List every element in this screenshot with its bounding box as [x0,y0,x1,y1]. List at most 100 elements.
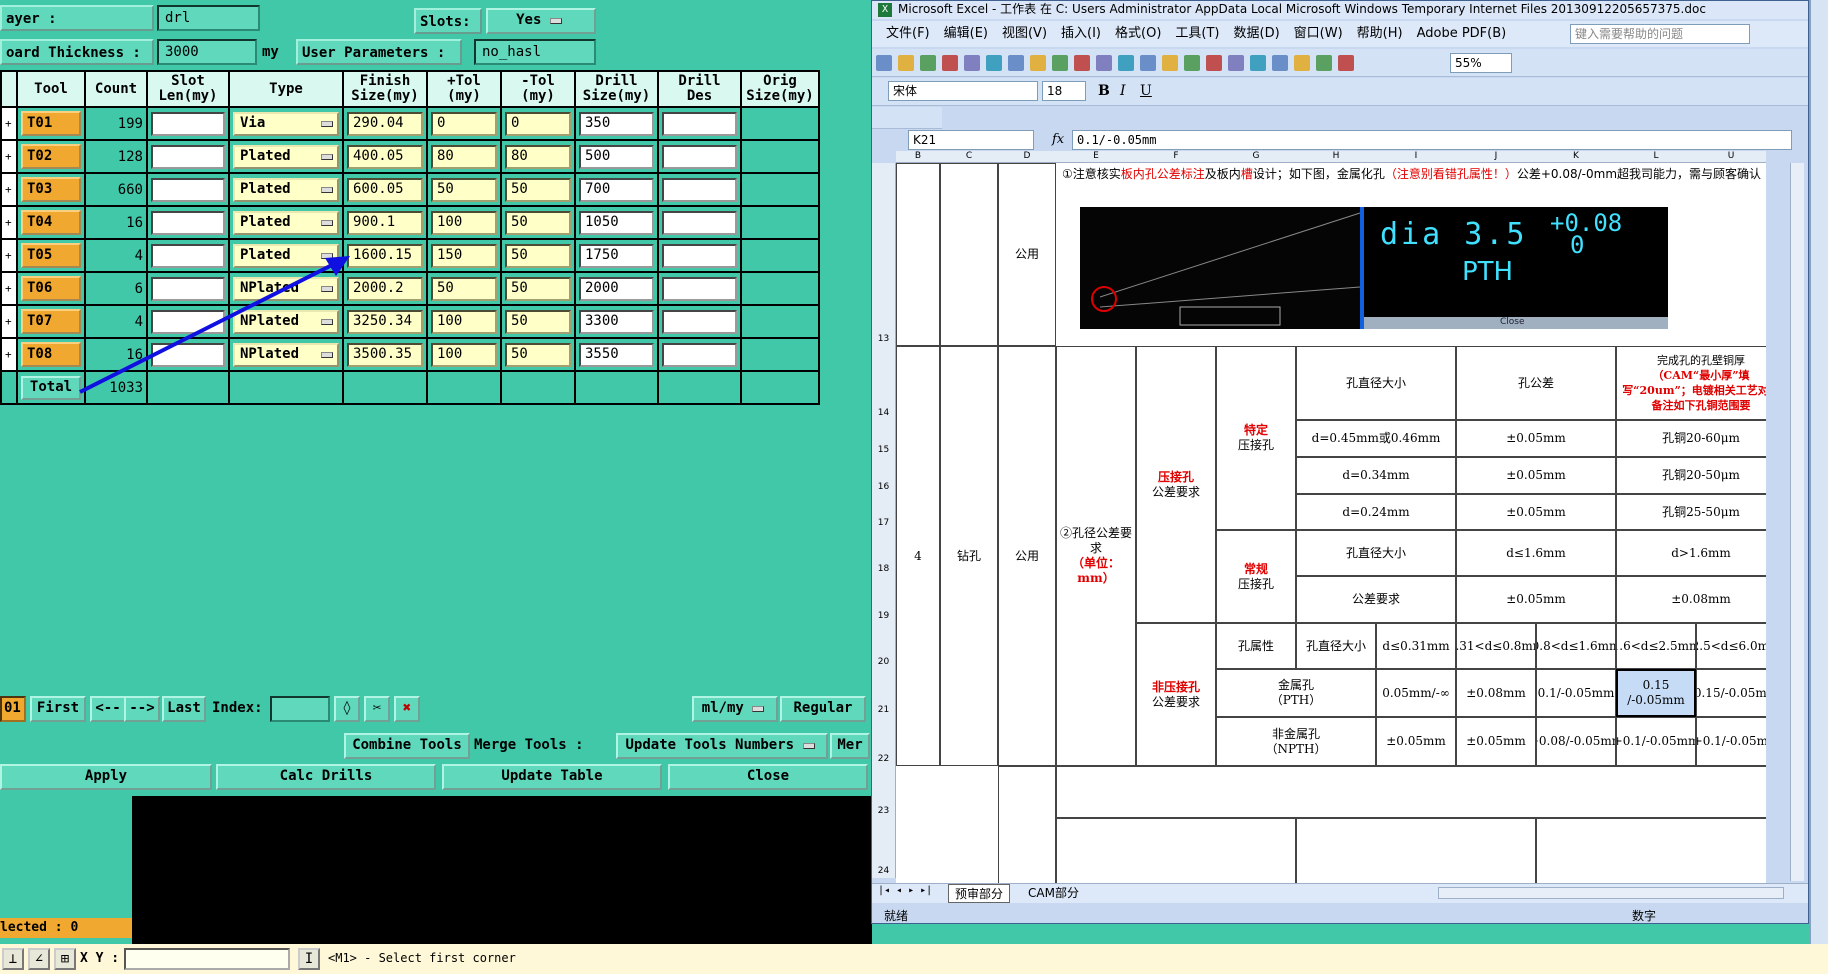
minus-tol-input[interactable]: 50 [500,172,576,207]
first-button[interactable]: First [30,696,86,722]
close-button[interactable]: Close [668,764,868,790]
cell-note2[interactable]: ②孔径公差要求 （单位：mm） [1056,346,1136,766]
row-header[interactable]: 23 [872,766,896,818]
cell-r4[interactable]: 1.6<d≤2.5mm [1616,623,1696,669]
cell-k21-selected[interactable]: 0.15 /-0.05mm [1616,669,1696,717]
cell-pth-v2[interactable]: ±0.08mm [1456,669,1536,717]
worksheet[interactable]: 公用 ①注意核实板内孔公差标注及板内槽设计；如下图，金属化孔（注意别看错孔属性！… [896,163,1766,883]
drill-des-input[interactable] [657,139,742,174]
grid-icon[interactable]: ⊞ [54,948,76,970]
minus-tol-input[interactable]: 50 [500,205,576,240]
plus-tol-input[interactable]: 150 [426,238,502,273]
h-scrollbar[interactable] [1438,887,1784,899]
cell-row23[interactable] [1056,766,1766,818]
update-table-button[interactable]: Update Table [442,764,662,790]
angle-icon[interactable]: ∠ [28,948,50,970]
name-box[interactable]: K21 [908,130,1034,150]
menu-item[interactable]: 窗口(W) [1294,26,1343,41]
user-params-input[interactable]: no_hasl [474,39,596,65]
cell-teding[interactable]: 特定 压接孔 [1216,346,1296,530]
plus-tol-input[interactable]: 100 [426,205,502,240]
menu-item[interactable]: 帮助(H) [1357,26,1403,41]
graphics-canvas[interactable] [132,796,872,944]
plus-tol-input[interactable]: 100 [426,337,502,372]
plus-tol-input[interactable]: 100 [426,304,502,339]
cell-cu2[interactable]: 孔铜20-50μm [1616,457,1766,494]
v-scrollbar[interactable] [1790,163,1804,881]
cell-le16[interactable]: d≤1.6mm [1456,530,1616,576]
drill-size-input[interactable]: 3550 [574,337,659,372]
cell-row24a[interactable] [1056,818,1296,883]
cell-pth-v1[interactable]: 0.05mm/-∞ [1376,669,1456,717]
sheet-nav-icon[interactable]: |◂ ◂ ▸ ▸| [878,885,932,896]
lamp-icon[interactable]: ◊ [334,696,360,722]
drill-des-input[interactable] [657,337,742,372]
toolbar-button-icon[interactable] [1294,55,1310,71]
drill-des-input[interactable] [657,304,742,339]
cell-kongjing3[interactable]: 孔直径大小 [1296,623,1376,669]
toolbar-button-icon[interactable] [1096,55,1112,71]
underline-button[interactable]: U [1140,83,1152,99]
slots-dropdown[interactable]: Yes [486,8,596,34]
drill-des-input[interactable] [657,172,742,207]
cell-kongshuxing[interactable]: 孔属性 [1216,623,1296,669]
cell-gongcha-req[interactable]: 公差要求 [1296,576,1456,623]
cell-r1[interactable]: d≤0.31mm [1376,623,1456,669]
toolbar-button-icon[interactable] [1228,55,1244,71]
cell-d3[interactable]: d=0.24mm [1296,494,1456,530]
cell-b-num[interactable]: 4 [896,346,940,766]
toolbar-button-icon[interactable] [898,55,914,71]
cell-r3[interactable]: 0.8<d≤1.6mm [1536,623,1616,669]
menu-item[interactable]: 工具(T) [1175,26,1219,41]
column-header[interactable]: C [940,151,998,163]
cursor-icon[interactable]: I [298,948,320,970]
cell-cu3[interactable]: 孔铜25-50μm [1616,494,1766,530]
drill-size-input[interactable]: 2000 [574,271,659,306]
column-header[interactable]: F [1136,151,1216,163]
drill-size-input[interactable]: 700 [574,172,659,207]
toolbar-button-icon[interactable] [876,55,892,71]
drill-size-input[interactable]: 3300 [574,304,659,339]
toolbar-button-icon[interactable] [1052,55,1068,71]
units-dropdown[interactable]: ml/my [692,696,778,722]
menu-item[interactable]: 视图(V) [1002,26,1047,41]
prev-button[interactable]: <-- [90,696,126,722]
toolbar-button-icon[interactable] [1338,55,1354,71]
row-header[interactable]: 14 [872,346,896,420]
index-input[interactable] [270,696,330,722]
font-size-combo[interactable]: 18 [1042,81,1086,101]
row-header[interactable]: 15 [872,420,896,457]
last-button[interactable]: Last [162,696,206,722]
column-header[interactable]: H [1296,151,1376,163]
bold-button[interactable]: B [1098,83,1110,99]
drill-size-input[interactable]: 350 [574,106,659,141]
help-search-input[interactable]: 键入需要帮助的问题 [1570,24,1750,44]
minus-tol-input[interactable]: 50 [500,238,576,273]
column-header[interactable]: K [1536,151,1616,163]
minus-tol-input[interactable]: 0 [500,106,576,141]
cell-feiyajie[interactable]: 非压接孔 公差要求 [1136,623,1216,766]
toolbar-button-icon[interactable] [1118,55,1134,71]
cell-c13[interactable] [940,163,998,346]
toolbar-button-icon[interactable] [1206,55,1222,71]
plus-tol-input[interactable]: 50 [426,172,502,207]
cell-kongjing2[interactable]: 孔直径大小 [1296,530,1456,576]
minus-tol-input[interactable]: 50 [500,304,576,339]
cell-row24b[interactable] [1296,818,1536,883]
calc-drills-button[interactable]: Calc Drills [216,764,436,790]
xy-input[interactable] [124,948,290,970]
cell-tol-gt16[interactable]: ±0.08mm [1616,576,1766,623]
drill-size-input[interactable]: 1050 [574,205,659,240]
cell-npth-v4[interactable]: +0.1/-0.05mm [1616,717,1696,766]
zoom-combo[interactable]: 55% [1450,53,1512,73]
combine-tools-button[interactable]: Combine Tools [344,733,470,759]
column-header[interactable]: G [1216,151,1296,163]
toolbar-button-icon[interactable] [1074,55,1090,71]
cell-kong-gongcha[interactable]: 孔公差 [1456,346,1616,420]
cell-d3-tol[interactable]: ±0.05mm [1456,494,1616,530]
row-header[interactable]: 20 [872,623,896,669]
cell-cu1[interactable]: 孔铜20-60μm [1616,420,1766,457]
toolbar-button-icon[interactable] [1316,55,1332,71]
cell-d2-tol[interactable]: ±0.05mm [1456,457,1616,494]
tab-cam[interactable]: CAM部分 [1022,884,1085,901]
